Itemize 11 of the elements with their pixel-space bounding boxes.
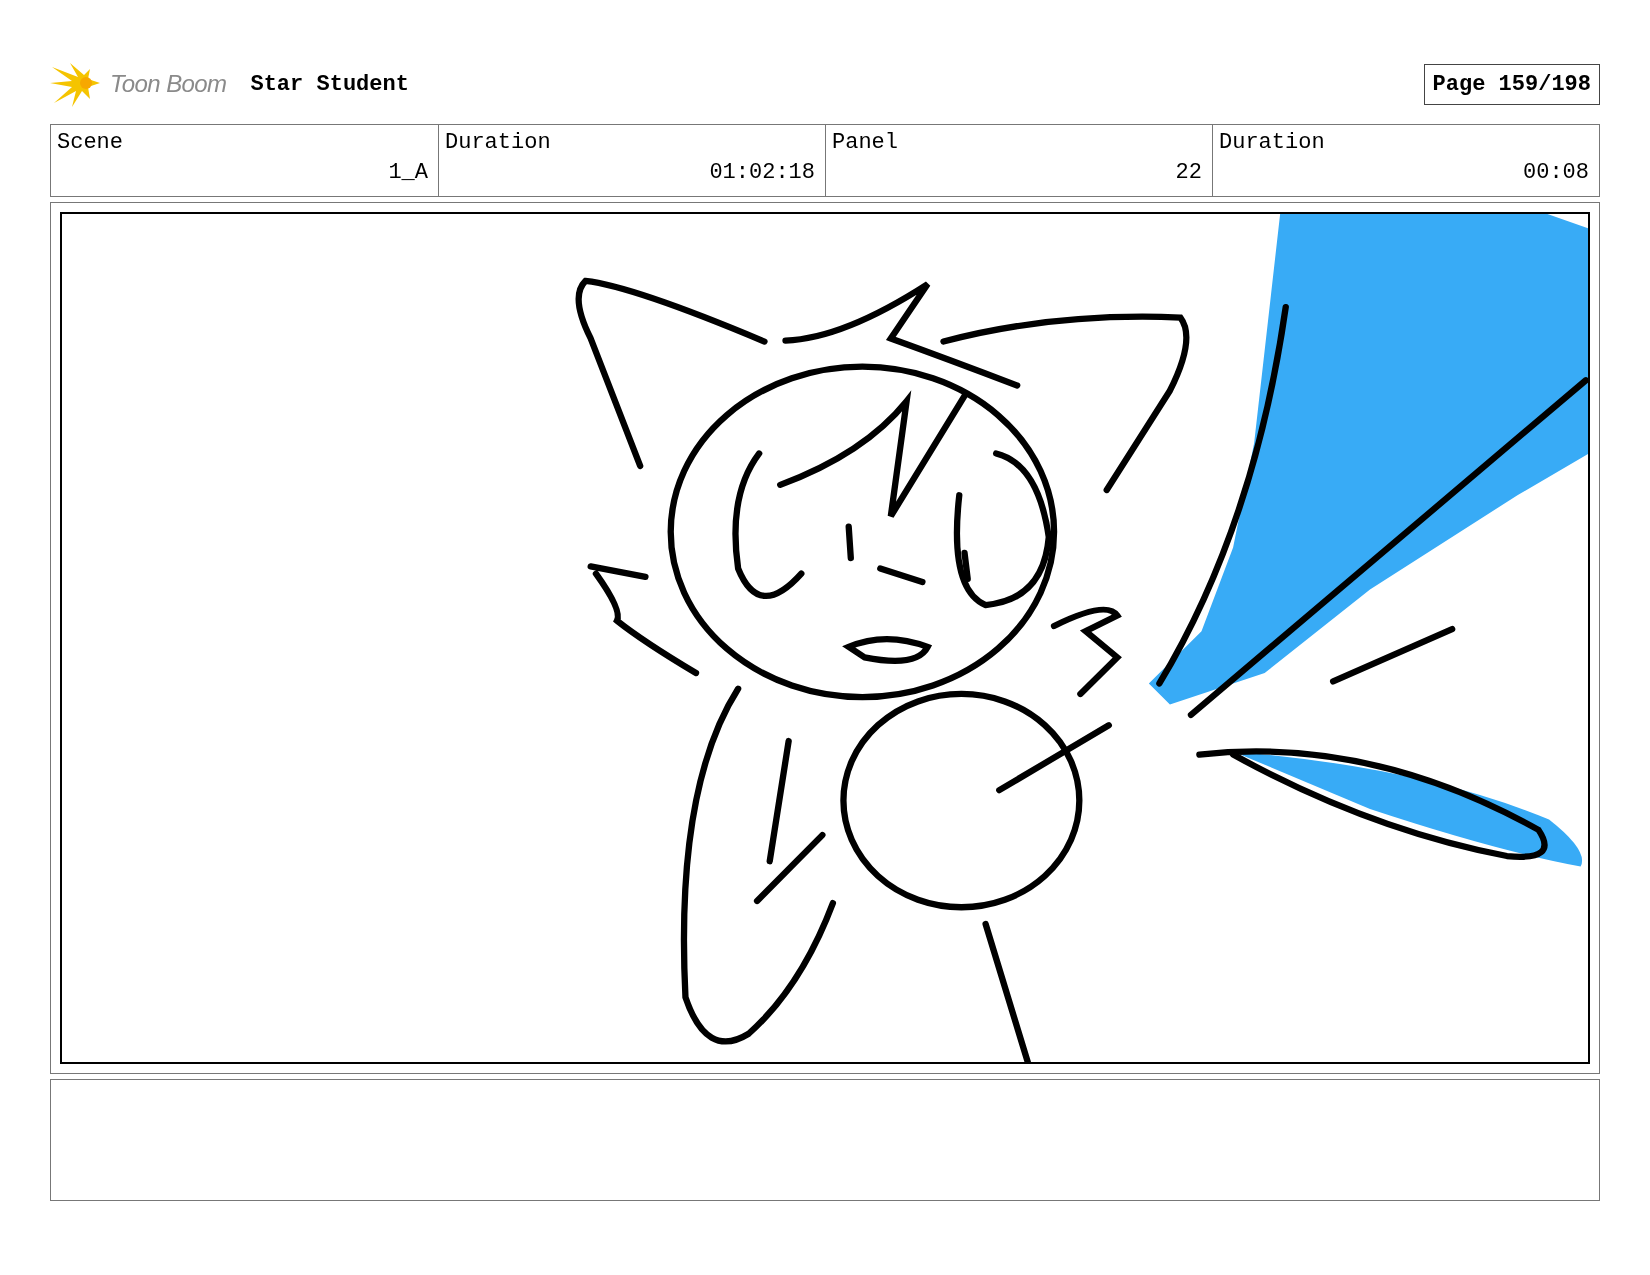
- page-number: Page 159/198: [1423, 63, 1600, 105]
- column-label: Duration: [445, 129, 551, 157]
- column-value: 22: [1175, 159, 1202, 187]
- column-label: Panel: [832, 129, 898, 157]
- column-label: Scene: [57, 129, 123, 157]
- logo-text: Toon Boom: [110, 69, 227, 99]
- column-value: 01:02:18: [709, 159, 815, 187]
- column-value: 00:08: [1523, 159, 1589, 187]
- column-value: 1_A: [388, 159, 428, 187]
- project-title: Star Student: [250, 70, 409, 99]
- column-label: Duration: [1219, 129, 1325, 157]
